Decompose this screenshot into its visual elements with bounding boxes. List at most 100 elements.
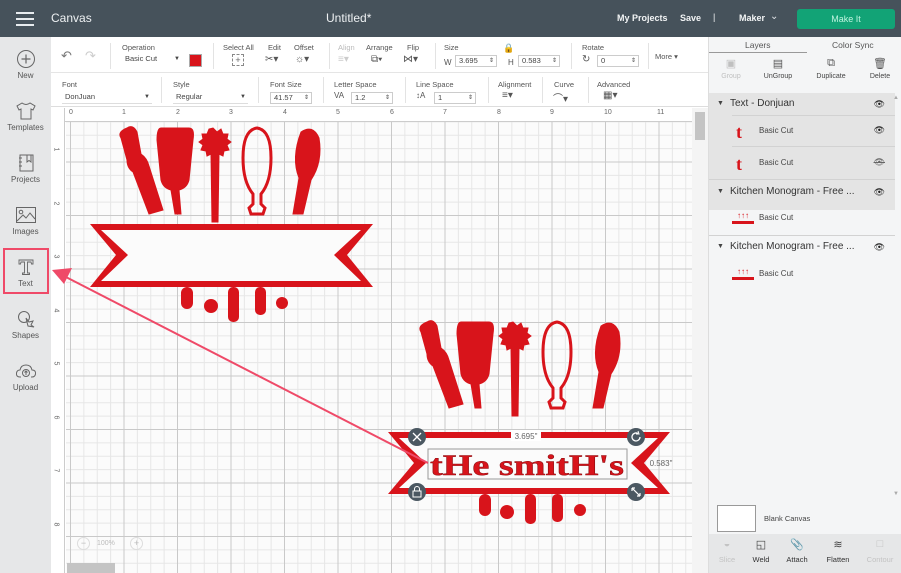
layer-name: Basic Cut <box>759 158 794 167</box>
edit-scissors-icon[interactable]: ✂▾ <box>265 54 278 65</box>
offset-icon[interactable]: ☼▾ <box>295 54 309 65</box>
operation-select[interactable]: Basic Cut ▼ <box>122 54 182 66</box>
font-size-label: Font Size <box>270 80 302 89</box>
zoom-out-button[interactable]: − <box>77 537 90 550</box>
group-icon: ▣ <box>725 58 737 70</box>
sidebar-item-projects[interactable]: Projects <box>0 145 51 195</box>
sidebar-item-images[interactable]: Images <box>0 197 51 247</box>
offset-label: Offset <box>294 43 314 52</box>
ruler-tick-label: 6 <box>390 109 394 116</box>
caret-down-icon[interactable]: ▼ <box>717 188 724 195</box>
eye-icon[interactable]: 👁 <box>874 125 885 136</box>
flatten-icon: ≋ <box>833 539 843 551</box>
more-label: More <box>655 52 673 61</box>
font-size-input[interactable]: 41.57 ⇕ <box>270 92 312 104</box>
select-all-button[interactable]: + <box>232 54 244 66</box>
make-it-button[interactable]: Make It <box>797 9 895 29</box>
operation-value: Basic Cut <box>125 54 158 63</box>
layer-item[interactable]: t Basic Cut 👁 <box>732 116 895 146</box>
delete-button[interactable]: 🗑 Delete <box>858 57 901 80</box>
select-all-label: Select All <box>223 43 254 52</box>
scroll-thumb[interactable] <box>695 112 705 140</box>
weld-button[interactable]: ◱ Weld <box>743 538 779 564</box>
width-label: W <box>444 58 452 67</box>
redo-icon[interactable]: ↷ <box>85 48 96 64</box>
arrange-icon[interactable]: ⧉▾ <box>371 54 382 65</box>
slice-button[interactable]: ◒ Slice <box>709 538 745 564</box>
caret-down-icon[interactable]: ▼ <box>717 100 724 107</box>
style-select[interactable]: Regular ▼ <box>173 92 248 104</box>
caret-down-icon[interactable]: ▼ <box>717 243 724 250</box>
tool-label: Contour <box>866 555 894 564</box>
layer-item[interactable]: ↑↑↑ Basic Cut <box>732 259 895 289</box>
color-swatch[interactable] <box>189 54 202 67</box>
layer-group[interactable]: ▼ Text - Donjuan 👁 <box>709 93 895 115</box>
layer-item[interactable]: t Basic Cut 👁 <box>732 148 895 178</box>
sidebar-item-label: Shapes <box>11 331 40 340</box>
letter-space-label: Letter Space <box>334 80 377 89</box>
blank-canvas-swatch[interactable] <box>717 505 756 532</box>
canvas-horizontal-scrollbar[interactable] <box>67 563 115 573</box>
ruler-tick-label: 5 <box>336 109 340 116</box>
eye-hidden-icon[interactable]: 👁 <box>874 157 885 168</box>
alignment-icon[interactable]: ≡▾ <box>502 90 513 101</box>
group-button[interactable]: ▣ Group <box>709 57 753 80</box>
undo-icon[interactable]: ↶ <box>61 48 72 64</box>
eye-icon[interactable]: 👁 <box>874 187 885 198</box>
contour-button[interactable]: □ Contour <box>862 538 898 564</box>
zoom-in-button[interactable]: + <box>130 537 143 550</box>
canvas-vertical-scrollbar[interactable] <box>692 108 708 573</box>
scroll-up-icon[interactable]: ▲ <box>893 95 899 101</box>
tool-label: Group <box>721 73 741 80</box>
scroll-down-icon[interactable]: ▼ <box>893 491 899 497</box>
ruler-tick-label: 8 <box>497 109 501 116</box>
align-icon[interactable]: ≡▾ <box>338 54 349 65</box>
eye-icon[interactable]: 👁 <box>874 242 885 253</box>
duplicate-button[interactable]: ⧉ Duplicate <box>809 57 853 80</box>
line-space-input[interactable]: 1 ⇕ <box>434 92 476 104</box>
ungroup-button[interactable]: ▤ UnGroup <box>756 57 800 80</box>
edit-toolbar: ↶ ↷ Operation Basic Cut ▼ Select All + Ed… <box>51 37 708 73</box>
layer-group[interactable]: ▼ Kitchen Monogram - Free ... 👁 <box>709 236 895 258</box>
width-input[interactable]: 3.695 ⇕ <box>455 55 497 67</box>
tool-label: Duplicate <box>816 73 846 80</box>
lock-ratio-icon[interactable]: 🔒 <box>503 43 514 54</box>
letter-space-input[interactable]: 1.2 ⇕ <box>351 92 393 104</box>
ungroup-icon: ▤ <box>772 58 784 70</box>
rotate-input[interactable]: 0 ⇕ <box>597 55 639 67</box>
design-canvas[interactable] <box>66 122 692 573</box>
sidebar-item-shapes[interactable]: Shapes <box>0 301 51 351</box>
sidebar-item-templates[interactable]: Templates <box>0 93 51 143</box>
layer-item[interactable]: ↑↑↑ Basic Cut <box>732 203 895 233</box>
separator: | <box>713 12 716 22</box>
text-highlight-box <box>3 248 49 294</box>
font-label: Font <box>62 80 78 89</box>
advanced-icon[interactable]: ▦▾ <box>603 90 617 101</box>
align-label: Align <box>338 43 355 52</box>
height-input[interactable]: 0.583 ⇕ <box>518 55 560 67</box>
hamburger-menu-icon[interactable] <box>16 12 34 26</box>
layer-group-name: Text - Donjuan <box>730 98 795 109</box>
tab-color-sync[interactable]: Color Sync <box>832 40 874 50</box>
layer-group-name: Kitchen Monogram - Free ... <box>730 186 855 197</box>
sidebar-item-label: Templates <box>7 123 44 132</box>
tab-layers[interactable]: Layers <box>745 40 771 50</box>
sidebar-item-new[interactable]: New <box>0 41 51 91</box>
layer-thumbnail: t <box>736 154 742 174</box>
sidebar-item-upload[interactable]: Upload <box>0 353 51 403</box>
more-button[interactable]: More ▾ <box>655 52 678 61</box>
ruler-tick-label: 2 <box>176 109 180 116</box>
eye-icon[interactable]: 👁 <box>874 99 885 110</box>
attach-button[interactable]: 📎 Attach <box>779 538 815 564</box>
layers-panel: Layers Color Sync ▣ Group ▤ UnGroup ⧉ Dupli… <box>708 37 901 573</box>
save-link[interactable]: Save <box>680 13 701 23</box>
font-select[interactable]: DonJuan ▼ <box>62 92 152 104</box>
curve-icon[interactable]: ⌒▾ <box>553 90 568 105</box>
flip-icon[interactable]: ⋈▾ <box>403 54 418 65</box>
document-title[interactable]: Untitled* <box>326 11 371 25</box>
layer-group[interactable]: ▼ Kitchen Monogram - Free ... 👁 <box>709 181 895 203</box>
chevron-down-icon[interactable]: ⌄ <box>770 11 778 22</box>
machine-select[interactable]: Maker <box>739 13 765 23</box>
my-projects-link[interactable]: My Projects <box>617 13 668 23</box>
flatten-button[interactable]: ≋ Flatten <box>820 538 856 564</box>
